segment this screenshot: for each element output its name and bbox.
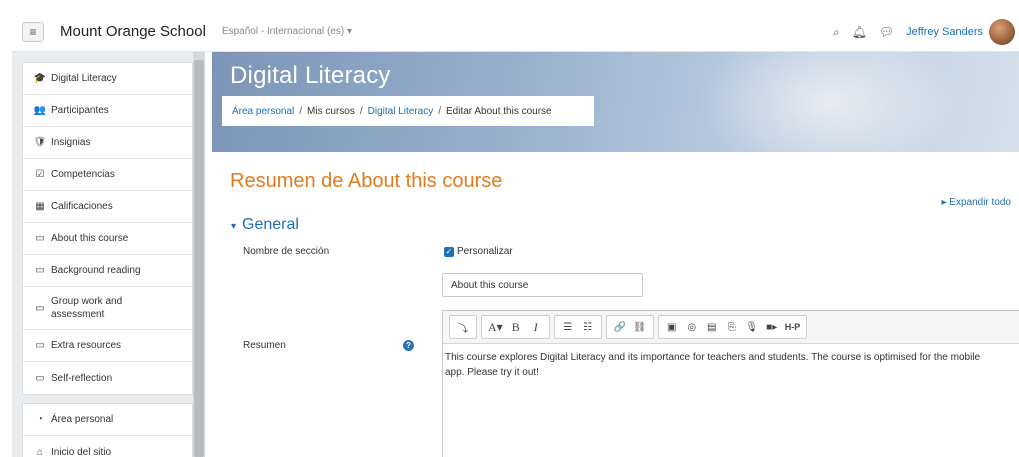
language-selector[interactable]: Español - Internacional (es) ▾: [222, 26, 352, 37]
site-name[interactable]: Mount Orange School: [60, 23, 206, 40]
summary-label: Resumen: [243, 340, 286, 351]
sidebar-item-label: Extra resources: [51, 340, 122, 351]
folder-icon: ▭: [35, 340, 45, 351]
sidebar-item-label: Competencias: [51, 169, 115, 180]
bell-icon[interactable]: 🔔︎: [852, 25, 867, 39]
toolbar-group: ⤵: [449, 315, 477, 339]
sidebar-item-competencias[interactable]: ☑ Competencias: [23, 159, 192, 191]
header-decoration: [699, 52, 959, 152]
tachometer-icon: ◔: [36, 414, 44, 425]
bold-button[interactable]: B: [506, 317, 526, 337]
breadcrumb-separator: /: [359, 105, 363, 117]
customize-checkbox[interactable]: ✓: [444, 246, 454, 257]
course-nav-group: 🎓 Digital Literacy 👥 Participantes 🛡 Insign…: [22, 62, 193, 395]
breadcrumb-separator: /: [299, 105, 303, 117]
sidebar-item-calificaciones[interactable]: ▦ Calificaciones: [23, 191, 192, 223]
sidebar-item-digital-literacy[interactable]: 🎓 Digital Literacy: [23, 63, 192, 95]
chat-icon[interactable]: 💬︎: [879, 25, 894, 39]
paragraph-styles-button[interactable]: A▾: [485, 317, 506, 337]
breadcrumb: Área personal / Mis cursos / Digital Lit…: [222, 96, 594, 126]
sidebar-item-label: Área personal: [51, 414, 114, 425]
unlink-button[interactable]: ⛓: [630, 317, 650, 337]
navbar-right: ⌕ 🔔︎ 💬︎ Jeffrey Sanders: [833, 12, 1019, 52]
sidebar-scrollbar[interactable]: [193, 52, 205, 457]
shield-icon: 🛡: [33, 137, 47, 148]
users-icon: 👥: [33, 105, 47, 116]
file-button[interactable]: ▤: [702, 317, 722, 337]
page-title: Digital Literacy: [230, 62, 391, 89]
folder-icon: ▭: [35, 233, 45, 244]
sidebar-item-label: Group work and assessment: [51, 296, 123, 320]
sidebar-item-self-reflection[interactable]: ▭ Self-reflection: [23, 362, 192, 394]
media-button[interactable]: ◎: [682, 317, 702, 337]
breadcrumb-course-link[interactable]: Digital Literacy: [368, 106, 434, 117]
sidebar-item-about-this-course[interactable]: ▭ About this course: [23, 223, 192, 255]
sidebar-item-label: Calificaciones: [51, 201, 113, 212]
link-button[interactable]: 🔗: [610, 317, 630, 337]
summary-heading: Resumen de About this course: [230, 170, 503, 192]
customize-checkbox-row[interactable]: ✓ Personalizar: [444, 246, 513, 257]
sidebar-item-label: Self-reflection: [51, 372, 113, 384]
sidebar-item-label: Digital Literacy: [51, 73, 117, 84]
manage-files-button[interactable]: ⎘: [722, 317, 742, 337]
toolbar-group: A▾ B I: [481, 315, 550, 339]
editor-content[interactable]: This course explores Digital Literacy an…: [443, 344, 1003, 380]
hamburger-icon[interactable]: ≡: [22, 21, 44, 42]
sidebar-item-extra-resources[interactable]: ▭ Extra resources: [23, 330, 192, 362]
sidebar-scrollbar-thumb[interactable]: [194, 60, 204, 457]
avatar[interactable]: [989, 19, 1015, 45]
sidebar-item-label: Background reading: [51, 265, 141, 276]
unordered-list-button[interactable]: ☰: [558, 317, 578, 337]
chevron-down-icon: ▾: [231, 221, 237, 232]
checkbox-icon: ☑: [35, 169, 45, 180]
folder-icon: ▭: [35, 265, 45, 276]
summary-editor[interactable]: ⤵ A▾ B I ☰ ☷ 🔗 ⛓ ▣ ◎ ▤ ⎘ 🎙 ■▸ H-P This c…: [442, 310, 1019, 457]
sidebar-item-area-personal[interactable]: ◔ Área personal: [23, 404, 192, 436]
sidebar-item-label: About this course: [51, 233, 129, 244]
toolbar-toggle-button[interactable]: ⤵: [453, 317, 473, 337]
toolbar-group: 🔗 ⛓: [605, 315, 654, 339]
breadcrumb-home-link[interactable]: Área personal: [232, 106, 294, 117]
folder-icon: ▭: [35, 302, 45, 314]
toolbar-group: ☰ ☷: [553, 315, 602, 339]
user-name[interactable]: Jeffrey Sanders: [906, 26, 983, 38]
search-icon[interactable]: ⌕: [833, 25, 840, 40]
h5p-button[interactable]: H-P: [782, 317, 804, 337]
breadcrumb-separator: /: [438, 105, 441, 117]
top-navbar: ≡ Mount Orange School Español - Internac…: [12, 12, 1019, 52]
sidebar-item-insignias[interactable]: 🛡 Insignias: [23, 127, 192, 159]
section-name-label: Nombre de sección: [243, 246, 330, 257]
breadcrumb-courses: Mis cursos: [307, 105, 355, 117]
site-nav-group: ◔ Área personal ⌂ Inicio del sitio: [22, 403, 193, 457]
graduation-cap-icon: 🎓: [33, 73, 47, 84]
sidebar-item-group-work[interactable]: ▭ Group work and assessment: [23, 287, 192, 330]
general-section-toggle[interactable]: ▾ General: [231, 216, 299, 234]
ordered-list-button[interactable]: ☷: [578, 317, 598, 337]
sidebar-item-label: Inicio del sitio: [51, 446, 112, 457]
folder-icon: ▭: [35, 372, 45, 384]
italic-button[interactable]: I: [526, 317, 546, 337]
help-icon[interactable]: ?: [403, 340, 414, 351]
breadcrumb-current: Editar About this course: [446, 105, 552, 117]
record-audio-button[interactable]: 🎙: [742, 317, 762, 337]
record-video-button[interactable]: ■▸: [762, 317, 782, 337]
table-icon: ▦: [35, 201, 45, 212]
section-name-input[interactable]: About this course: [442, 273, 643, 297]
expand-all-link[interactable]: ▸ Expandir todo: [941, 197, 1011, 208]
sidebar-item-participantes[interactable]: 👥 Participantes: [23, 95, 192, 127]
editor-toolbar: ⤵ A▾ B I ☰ ☷ 🔗 ⛓ ▣ ◎ ▤ ⎘ 🎙 ■▸ H-P: [443, 311, 1019, 344]
sidebar-item-background-reading[interactable]: ▭ Background reading: [23, 255, 192, 287]
sidebar-item-label: Insignias: [51, 137, 91, 148]
customize-label: Personalizar: [457, 246, 513, 257]
general-section-heading: General: [242, 216, 299, 233]
sidebar: 🎓 Digital Literacy 👥 Participantes 🛡 Insign…: [12, 52, 205, 457]
image-button[interactable]: ▣: [662, 317, 682, 337]
sidebar-item-label: Participantes: [51, 105, 109, 116]
sidebar-item-inicio-del-sitio[interactable]: ⌂ Inicio del sitio: [23, 436, 192, 457]
toolbar-group: ▣ ◎ ▤ ⎘ 🎙 ■▸ H-P: [657, 315, 808, 339]
home-icon: ⌂: [36, 446, 44, 457]
